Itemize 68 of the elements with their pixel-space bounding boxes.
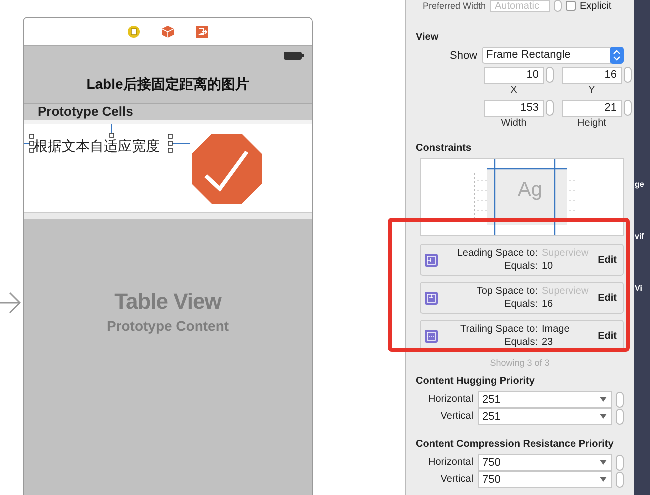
field-label: Width: [500, 118, 528, 129]
checkbox-label: Explicit: [580, 0, 612, 12]
stepper-control[interactable]: [624, 67, 632, 83]
constraint-count: Showing 3 of 3: [489, 358, 551, 368]
stepper-control[interactable]: [554, 0, 562, 12]
field-label: Horizontal: [428, 394, 474, 405]
stepper-control[interactable]: [616, 408, 624, 424]
section-heading: Content Hugging Priority: [416, 376, 536, 387]
edit-button[interactable]: Edit: [598, 292, 617, 304]
background-text: vif: [634, 232, 644, 242]
resize-handles-drawing[interactable]: [24, 134, 35, 153]
edit-button[interactable]: Edit: [598, 330, 617, 342]
explicit-checkbox[interactable]: [566, 1, 576, 11]
priority-combo-box[interactable]: 750: [478, 471, 612, 488]
number-field[interactable]: 153: [484, 100, 544, 117]
show-dropdown[interactable]: Frame Rectangle: [482, 47, 624, 64]
preview-text: Ag: [518, 179, 542, 202]
section-heading: Constraints: [416, 143, 473, 154]
constraint-relation: Leading Space to:: [456, 248, 538, 259]
navigation-title: Lable后接固定距离的图片: [86, 76, 250, 94]
exit-icon[interactable]: [196, 26, 208, 38]
stepper-control[interactable]: [546, 67, 554, 83]
priority-combo-box[interactable]: 750: [478, 454, 612, 471]
stepper-control[interactable]: [616, 454, 624, 470]
field-label: X: [510, 85, 518, 96]
battery-icon: [284, 52, 304, 60]
cube-icon[interactable]: [162, 26, 174, 38]
up-down-arrows-icon[interactable]: [610, 47, 624, 64]
cell-label[interactable]: 根据文本自适应宽度: [34, 138, 160, 157]
leading-constraint-icon: [425, 254, 438, 266]
stepper-control[interactable]: [624, 100, 632, 116]
field-label: Preferred Width: [422, 1, 486, 11]
constraint-value: 10: [542, 261, 554, 272]
field-label: Y: [588, 85, 596, 96]
constraint-relation: Top Space to:: [476, 286, 538, 297]
priority-combo-box[interactable]: 251: [478, 408, 612, 425]
stepper-control[interactable]: [546, 100, 554, 116]
constraint-equals-label: Equals:: [504, 337, 538, 348]
number-field[interactable]: 16: [562, 67, 622, 84]
field-label: Horizontal: [428, 457, 474, 468]
section-header: Prototype Cells: [38, 104, 134, 119]
constraint-value: 23: [542, 337, 554, 348]
checkmark-image[interactable]: [192, 134, 262, 204]
number-field[interactable]: 21: [562, 100, 622, 117]
stepper-control[interactable]: [616, 472, 624, 488]
top-handle-drawing[interactable]: [109, 124, 115, 138]
resize-handles-drawing[interactable]: [168, 134, 190, 153]
field-label: Height: [576, 118, 608, 129]
constraint-equals-label: Equals:: [504, 299, 538, 310]
section-heading: View: [416, 32, 440, 43]
field-label: Show: [448, 50, 478, 62]
table-view-title: Table View: [114, 289, 222, 315]
constraint-relation: Trailing Space to:: [460, 324, 538, 335]
number-field[interactable]: 10: [484, 67, 544, 84]
constraint-value: 16: [542, 299, 554, 310]
stepper-control[interactable]: [616, 392, 624, 408]
field-label: Vertical: [440, 411, 474, 422]
background-text: Vi: [634, 284, 642, 294]
section-heading: Content Compression Resistance Priority: [416, 439, 615, 450]
top-constraint-icon: [425, 292, 438, 304]
background-text: ge: [634, 180, 644, 190]
table-view-subtitle: Prototype Content: [106, 318, 230, 334]
priority-combo-box[interactable]: 251: [478, 391, 612, 408]
trailing-constraint-icon: [425, 330, 438, 342]
constraint-equals-label: Equals:: [504, 261, 538, 272]
constraint-target: Image: [542, 324, 570, 335]
edit-button[interactable]: Edit: [598, 254, 617, 266]
field-label: Vertical: [440, 474, 474, 485]
